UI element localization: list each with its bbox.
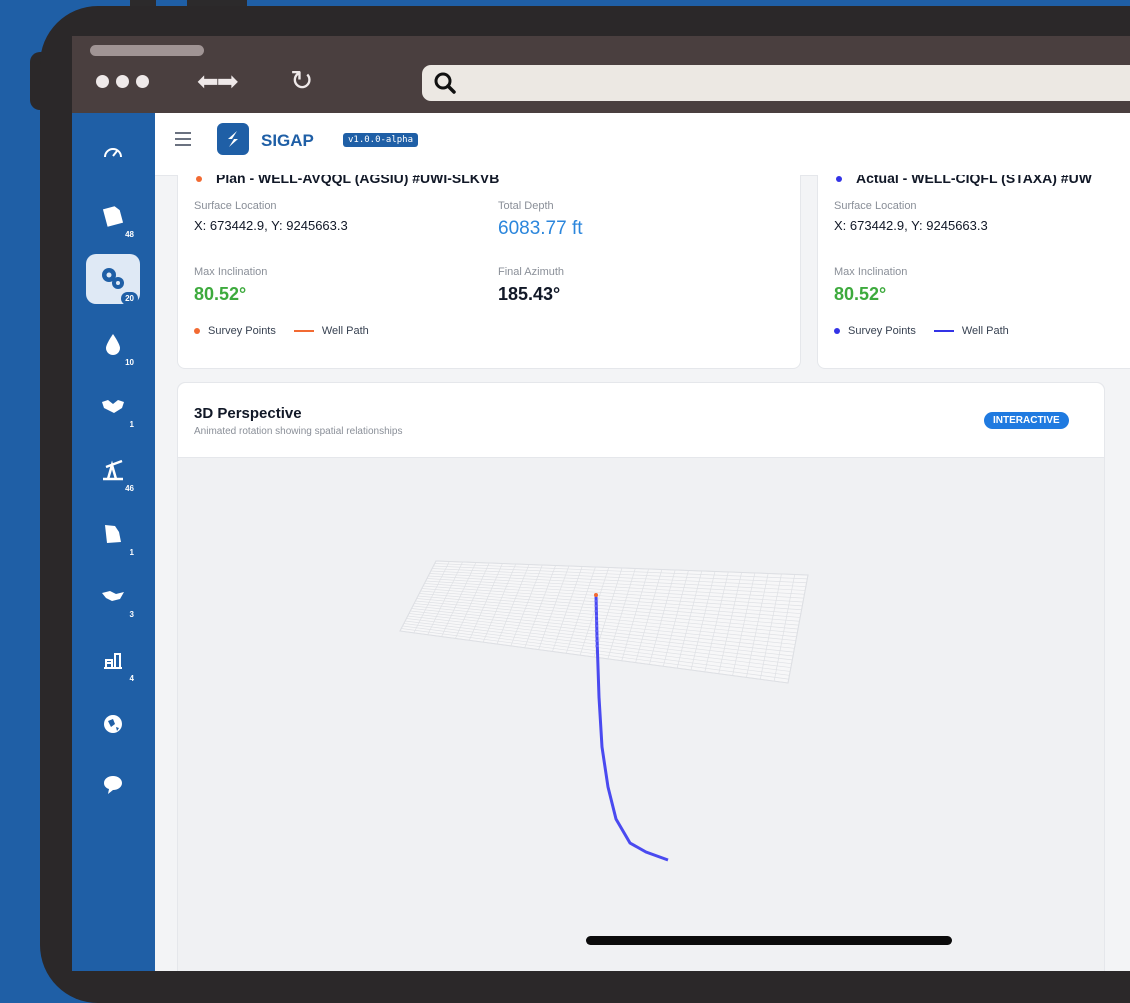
sidebar-item-documents[interactable]: 48 [86,191,140,241]
version-badge: v1.0.0-alpha [343,133,419,147]
handshake-icon [102,400,124,413]
plan-legend: Survey Points Well Path [194,325,369,337]
plan-bullet-icon [196,176,202,183]
interactive-badge[interactable]: INTERACTIVE [984,412,1069,429]
document-icon [102,206,124,227]
island-icon [102,591,124,601]
device-screen: ⬅➡ ↻ 48 20 10 1 46 1 3 4 SIGAP v1.0.0-al… [72,36,1130,971]
app-sidebar: 48 20 10 1 46 1 3 4 [72,113,155,971]
sidebar-item-chat[interactable] [86,760,140,810]
well-path-line-icon [293,330,314,333]
ground-grid [399,560,809,684]
address-bar[interactable] [422,65,1130,101]
well-head-marker [594,593,598,597]
sidebar-item-rigs[interactable]: 4 [86,635,140,685]
sidebar-badge: 1 [129,548,134,557]
legend-well-path: Well Path [961,325,1009,337]
map-region-icon [105,525,121,543]
plan-well-card: Plan - WELL-AVQQL (AGSIU) #UWI-SLKVB Sur… [177,175,801,369]
legend-survey-points: Survey Points [848,325,916,337]
sidebar-item-operations[interactable]: 20 [86,254,140,305]
perspective-title: 3D Perspective [194,405,302,422]
window-dot-icon[interactable] [136,75,149,88]
app-title: SIGAP [261,131,314,150]
total-depth-value: 6083.77 ft [498,218,583,239]
sidebar-badge: 10 [125,358,134,367]
survey-points-icon [194,328,200,335]
sidebar-badge: 4 [129,674,134,683]
max-inclination-label: Max Inclination [834,266,908,278]
sidebar-badge: 20 [121,292,138,305]
plan-card-title: Plan - WELL-AVQQL (AGSIU) #UWI-SLKVB [196,175,499,186]
final-azimuth-value: 185.43° [498,284,561,304]
sidebar-item-production[interactable]: 46 [86,445,140,495]
chat-icon [104,776,122,794]
sidebar-item-dashboard[interactable] [86,128,140,178]
window-dot-icon[interactable] [116,75,129,88]
main-content: Plan - WELL-AVQQL (AGSIU) #UWI-SLKVB Sur… [155,175,1130,971]
surface-location-value: X: 673442.9, Y: 9245663.3 [834,218,988,233]
sidebar-item-partners[interactable]: 1 [86,381,140,431]
max-inclination-value: 80.52° [834,284,887,304]
surface-location-label: Surface Location [834,200,917,212]
actual-well-card: Actual - WELL-CIQFL (STAXA) #UW Surface … [817,175,1130,369]
gears-icon [102,268,124,289]
final-azimuth-label: Final Azimuth [498,266,565,278]
surface-location-value: X: 673442.9, Y: 9245663.3 [194,218,348,233]
max-inclination-value: 80.52° [194,284,247,304]
rig-icon [104,653,122,669]
reload-icon[interactable]: ↻ [290,64,313,97]
globe-icon [104,715,122,733]
perspective-3d-viewport[interactable] [178,457,1104,971]
browser-toolbar: ⬅➡ ↻ [72,36,1130,113]
search-icon [434,72,456,94]
menu-icon[interactable] [175,132,191,150]
window-dot-icon[interactable] [96,75,109,88]
legend-survey-points: Survey Points [208,325,276,337]
app-header: SIGAP v1.0.0-alpha [155,113,1130,176]
survey-points-icon [834,328,840,335]
oil-pump-icon [103,459,123,481]
back-forward-icon[interactable]: ⬅➡ [197,66,239,97]
sidebar-item-regions[interactable]: 1 [86,509,140,559]
sidebar-badge: 3 [129,610,134,619]
perspective-subtitle: Animated rotation showing spatial relati… [194,426,403,437]
sidebar-badge: 48 [125,230,134,239]
actual-card-title: Actual - WELL-CIQFL (STAXA) #UW [836,175,1092,186]
legend-well-path: Well Path [321,325,369,337]
sidebar-badge: 46 [125,484,134,493]
actual-bullet-icon [836,176,842,183]
sigap-logo-icon [217,123,249,155]
sidebar-badge: 1 [129,420,134,429]
well-path-line-icon [933,330,954,333]
sidebar-item-fluids[interactable]: 10 [86,319,140,369]
home-indicator[interactable] [586,936,952,945]
browser-tab-pill [90,45,204,56]
sidebar-item-islands[interactable]: 3 [86,571,140,621]
total-depth-label: Total Depth [498,200,554,212]
gauge-icon [104,148,122,158]
drop-icon [106,334,120,355]
max-inclination-label: Max Inclination [194,266,268,278]
perspective-card: 3D Perspective Animated rotation showing… [177,382,1105,971]
actual-legend: Survey Points Well Path [834,325,1009,337]
surface-location-label: Surface Location [194,200,277,212]
sidebar-item-globe[interactable] [86,699,140,749]
perspective-header: 3D Perspective Animated rotation showing… [178,383,1104,458]
